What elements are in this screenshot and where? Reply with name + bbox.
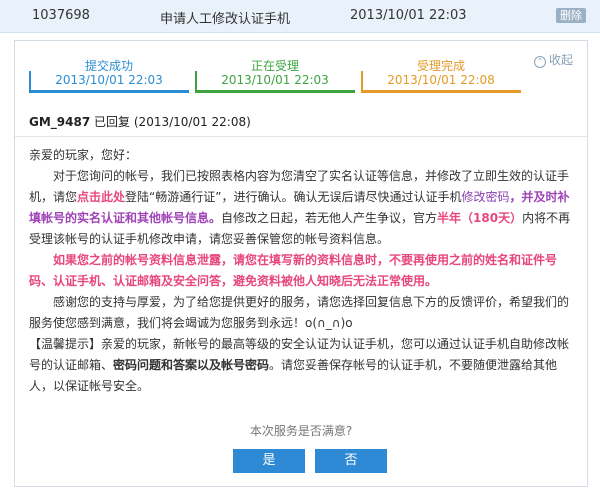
half-year-text: 半年（180天） bbox=[437, 211, 523, 225]
step-label: 正在受理 bbox=[250, 59, 299, 73]
paragraph-1: 对于您询问的帐号，我们已按照表格内容为您清空了实名认证等信息，并修改了立即生效的… bbox=[29, 166, 575, 250]
reply-time: (2013/10/01 22:08) bbox=[133, 115, 251, 129]
change-password-link[interactable]: 修改密码 bbox=[461, 190, 509, 204]
ticket-id: 1037698 bbox=[32, 8, 90, 23]
paragraph-3: 感谢您的支持与厚爱，为了给您提供更好的服务，请您选择回复信息下方的反馈评价，希望… bbox=[29, 295, 570, 330]
step-bar bbox=[195, 90, 355, 93]
bold-text: 密码问题和答案以及帐号密码 bbox=[113, 358, 270, 372]
chevron-up-icon: ⌃ bbox=[533, 56, 546, 68]
step-completed: 受理完成 2013/10/01 22:08 bbox=[361, 53, 521, 93]
text: 自修改之日起，若无他人产生争议，官方 bbox=[221, 211, 438, 225]
step-label: 提交成功 bbox=[84, 59, 133, 73]
ticket-time: 2013/10/01 22:03 bbox=[350, 8, 467, 23]
collapse-label: 收起 bbox=[548, 53, 573, 67]
greeting: 亲爱的玩家，您好： bbox=[29, 148, 138, 162]
ticket-header: 1037698 申请人工修改认证手机 2013/10/01 22:03 删除 bbox=[0, 0, 600, 33]
step-time: 2013/10/01 22:08 bbox=[387, 73, 495, 87]
ticket-detail-panel: 提交成功 2013/10/01 22:03 正在受理 2013/10/01 22… bbox=[14, 40, 588, 487]
reply-status: 已回复 bbox=[94, 115, 131, 129]
step-bar bbox=[361, 90, 521, 93]
yes-button[interactable]: 是 bbox=[233, 449, 305, 473]
collapse-toggle[interactable]: ⌃ 收起 bbox=[533, 51, 573, 68]
click-here-link[interactable]: 点击此处 bbox=[77, 190, 125, 204]
feedback-question: 本次服务是否满意? bbox=[249, 424, 353, 438]
no-button[interactable]: 否 bbox=[315, 449, 387, 473]
reply-message: 亲爱的玩家，您好： 对于您询问的帐号，我们已按照表格内容为您清空了实名认证等信息… bbox=[29, 145, 575, 397]
paragraph-2: 如果您之前的帐号资料信息泄露，请您在填写新的资料信息时，不要再使用之前的姓名和证… bbox=[29, 253, 558, 288]
step-label: 受理完成 bbox=[416, 59, 465, 73]
ticket-title: 申请人工修改认证手机 bbox=[160, 12, 291, 27]
progress-tracker: 提交成功 2013/10/01 22:03 正在受理 2013/10/01 22… bbox=[29, 53, 529, 93]
delete-button[interactable]: 删除 bbox=[556, 8, 586, 23]
divider bbox=[15, 136, 587, 137]
text: 登陆“畅游通行证”，进行确认。确认无误后请尽快通过认证手机 bbox=[125, 190, 462, 204]
reply-header: GM_9487 已回复 (2013/10/01 22:08) bbox=[29, 113, 251, 130]
step-time: 2013/10/01 22:03 bbox=[55, 73, 163, 87]
reply-author: GM_9487 bbox=[29, 115, 91, 129]
step-time: 2013/10/01 22:03 bbox=[221, 73, 329, 87]
step-bar bbox=[29, 90, 189, 93]
step-processing: 正在受理 2013/10/01 22:03 bbox=[195, 53, 355, 93]
tip-paragraph: 【温馨提示】亲爱的玩家，新帐号的最高等级的安全认证为认证手机，您可以通过认证手机… bbox=[29, 334, 575, 397]
step-submitted: 提交成功 2013/10/01 22:03 bbox=[29, 53, 189, 93]
